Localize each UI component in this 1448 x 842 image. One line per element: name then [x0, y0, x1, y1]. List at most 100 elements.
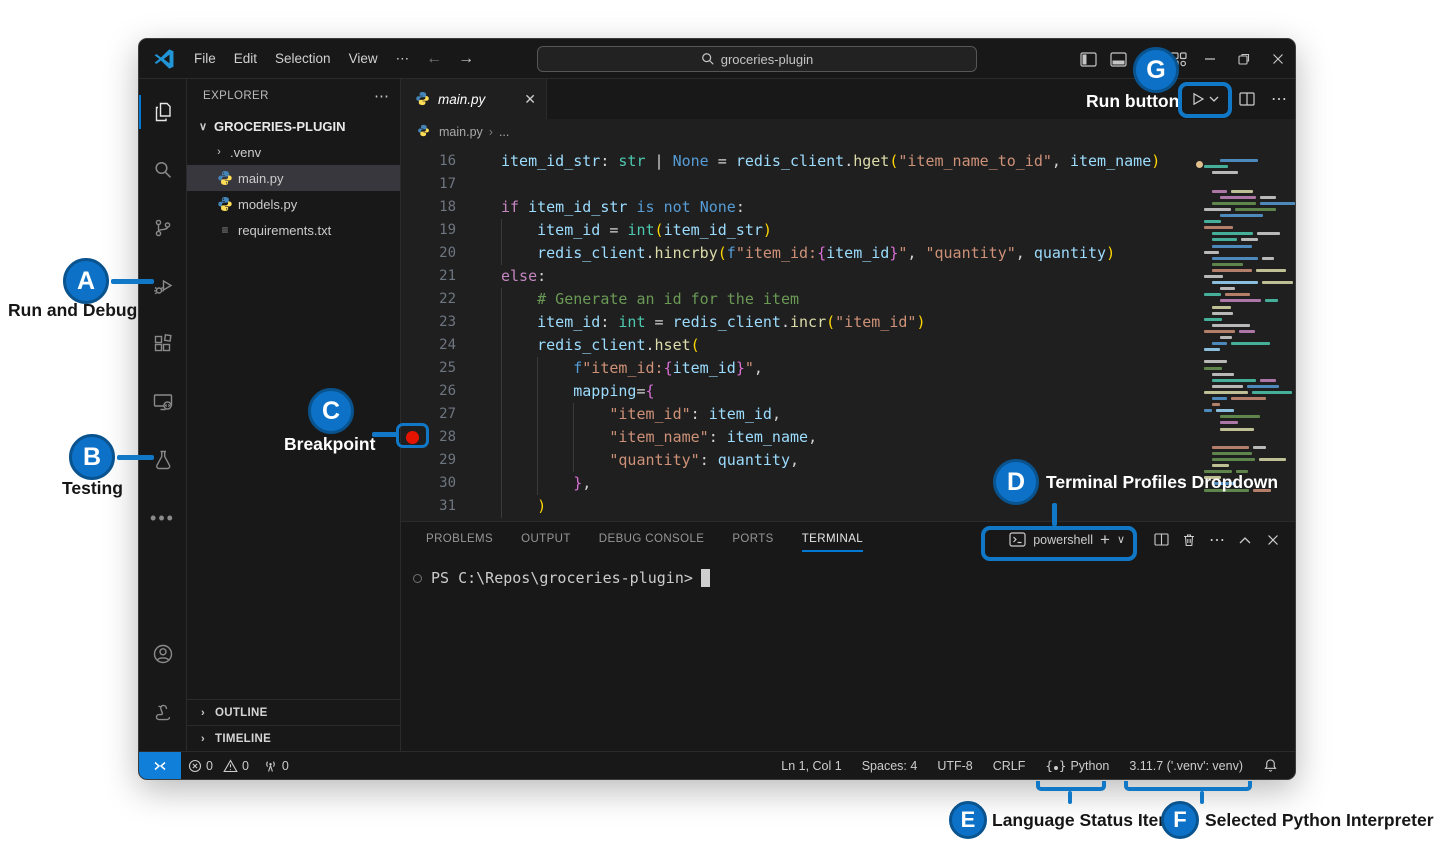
- editor-more-actions-icon[interactable]: ⋯: [1263, 79, 1295, 119]
- source-control-icon[interactable]: [139, 203, 187, 253]
- code-line[interactable]: 18if item_id_str is not None:: [401, 196, 1295, 219]
- minimap-line: [1212, 324, 1250, 327]
- split-terminal-icon[interactable]: [1147, 522, 1175, 557]
- panel-tab-terminal[interactable]: TERMINAL: [802, 522, 863, 557]
- menu-selection[interactable]: Selection: [266, 39, 340, 79]
- code-line[interactable]: 23 item_id: int = redis_client.incr("ite…: [401, 311, 1295, 334]
- minimize-icon[interactable]: [1193, 39, 1227, 79]
- panel-more-actions-icon[interactable]: ⋯: [1203, 522, 1231, 557]
- search-sidebar-icon[interactable]: [139, 145, 187, 195]
- restore-icon[interactable]: [1227, 39, 1261, 79]
- code-line[interactable]: 24 redis_client.hset(: [401, 334, 1295, 357]
- menu-more[interactable]: ⋯: [387, 39, 419, 79]
- code-line[interactable]: 27 "item_id": item_id,: [401, 403, 1295, 426]
- code-line[interactable]: 19 item_id = int(item_id_str): [401, 219, 1295, 242]
- minimap-line: [1212, 373, 1234, 376]
- explorer-icon[interactable]: [139, 87, 187, 137]
- layout-panel-icon[interactable]: [1103, 39, 1133, 79]
- cursor-position-status[interactable]: Ln 1, Col 1: [774, 759, 848, 773]
- tab-main-py[interactable]: main.py ✕: [401, 79, 547, 119]
- tree-item-models-py[interactable]: models.py: [187, 191, 400, 217]
- problems-status[interactable]: 0 0: [181, 759, 256, 773]
- breadcrumb[interactable]: main.py › ...: [401, 119, 1295, 145]
- explorer-more-icon[interactable]: ⋯: [374, 87, 390, 105]
- forward-arrow-icon[interactable]: →: [450, 50, 482, 68]
- code-line[interactable]: 21else:: [401, 265, 1295, 288]
- terminal-prompt: PS C:\Repos\groceries-plugin>: [431, 569, 693, 587]
- menu-view[interactable]: View: [340, 39, 387, 79]
- ports-status[interactable]: 0: [256, 759, 296, 773]
- minimap-line: [1220, 415, 1260, 418]
- code-text: else:: [501, 265, 1198, 288]
- breadcrumb-file[interactable]: main.py: [439, 125, 483, 139]
- minimap[interactable]: [1198, 145, 1289, 521]
- minimap-line: [1212, 190, 1227, 193]
- minimap-line: [1212, 238, 1237, 241]
- remote-explorer-icon[interactable]: [139, 377, 187, 427]
- breadcrumb-symbol[interactable]: ...: [499, 125, 509, 139]
- python-file-icon: [417, 124, 433, 140]
- indent-guide: [537, 472, 538, 495]
- code-line[interactable]: 17: [401, 173, 1295, 196]
- close-tab-icon[interactable]: ✕: [524, 91, 536, 108]
- language-status-item[interactable]: {} Python: [1038, 758, 1116, 773]
- code-line[interactable]: 22 # Generate an id for the item: [401, 288, 1295, 311]
- code-line[interactable]: 16item_id_str: str | None = redis_client…: [401, 150, 1295, 173]
- more-views-icon[interactable]: •••: [139, 493, 187, 543]
- minimap-line: [1212, 171, 1238, 174]
- code-editor[interactable]: 16item_id_str: str | None = redis_client…: [401, 145, 1295, 521]
- tree-item-requirements-txt[interactable]: ≡ requirements.txt: [187, 217, 400, 243]
- annotation-f-bracket: [1124, 781, 1252, 791]
- code-line[interactable]: 29 "quantity": quantity,: [401, 449, 1295, 472]
- minimap-line: [1212, 202, 1256, 205]
- extensions-icon[interactable]: [139, 319, 187, 369]
- remote-icon: [152, 758, 168, 774]
- chevron-right-icon: ›: [213, 146, 225, 158]
- panel-tab-ports[interactable]: PORTS: [732, 522, 773, 557]
- code-text: # Generate an id for the item: [501, 288, 1198, 311]
- radio-tower-icon: [263, 759, 278, 773]
- tree-item-main-py[interactable]: main.py: [187, 165, 400, 191]
- run-and-debug-icon[interactable]: [139, 261, 187, 311]
- eol-status[interactable]: CRLF: [986, 759, 1033, 773]
- code-line[interactable]: 28 "item_name": item_name,: [401, 426, 1295, 449]
- line-number: 24: [401, 334, 456, 357]
- indent-guide: [501, 311, 502, 334]
- menu-file[interactable]: File: [185, 39, 225, 79]
- panel-tab-debug-console[interactable]: DEBUG CONSOLE: [599, 522, 705, 557]
- minimap-line: [1212, 263, 1243, 266]
- accounts-icon[interactable]: [139, 629, 187, 679]
- menu-edit[interactable]: Edit: [225, 39, 266, 79]
- code-line[interactable]: 31 ): [401, 495, 1295, 518]
- maximize-panel-icon[interactable]: [1231, 522, 1259, 557]
- remote-indicator[interactable]: [139, 752, 181, 780]
- close-panel-icon[interactable]: [1259, 522, 1287, 557]
- panel-tab-problems[interactable]: PROBLEMS: [426, 522, 493, 557]
- panel-tab-output[interactable]: OUTPUT: [521, 522, 571, 557]
- annotation-c-label: Breakpoint: [284, 434, 375, 455]
- timeline-section[interactable]: › TIMELINE: [187, 725, 400, 751]
- notifications-bell-icon[interactable]: [1256, 758, 1285, 773]
- encoding-status[interactable]: UTF-8: [930, 759, 979, 773]
- testing-icon[interactable]: [139, 435, 187, 485]
- code-line[interactable]: 20 redis_client.hincrby(f"item_id:{item_…: [401, 242, 1295, 265]
- code-line[interactable]: 26 mapping={: [401, 380, 1295, 403]
- indent-guide: [501, 495, 502, 518]
- split-editor-icon[interactable]: [1231, 79, 1263, 119]
- tree-root-folder[interactable]: ∨ GROCERIES-PLUGIN: [187, 113, 400, 139]
- python-interpreter-status[interactable]: 3.11.7 ('.venv': venv): [1122, 759, 1250, 773]
- command-center-search[interactable]: groceries-plugin: [537, 46, 977, 72]
- outline-section[interactable]: › OUTLINE: [187, 699, 400, 725]
- terminal-content[interactable]: PS C:\Repos\groceries-plugin>: [401, 557, 1295, 751]
- code-text: ): [501, 495, 1198, 518]
- minimap-line: [1212, 257, 1258, 260]
- code-line[interactable]: 25 f"item_id:{item_id}",: [401, 357, 1295, 380]
- close-window-icon[interactable]: [1261, 39, 1295, 79]
- back-arrow-icon[interactable]: ←: [418, 50, 450, 68]
- indentation-status[interactable]: Spaces: 4: [855, 759, 925, 773]
- tree-item-venv[interactable]: › .venv: [187, 139, 400, 165]
- kill-terminal-icon[interactable]: [1175, 522, 1203, 557]
- indent-guide: [573, 426, 574, 449]
- layout-sidebar-left-icon[interactable]: [1073, 39, 1103, 79]
- snake-extension-icon[interactable]: [139, 687, 187, 737]
